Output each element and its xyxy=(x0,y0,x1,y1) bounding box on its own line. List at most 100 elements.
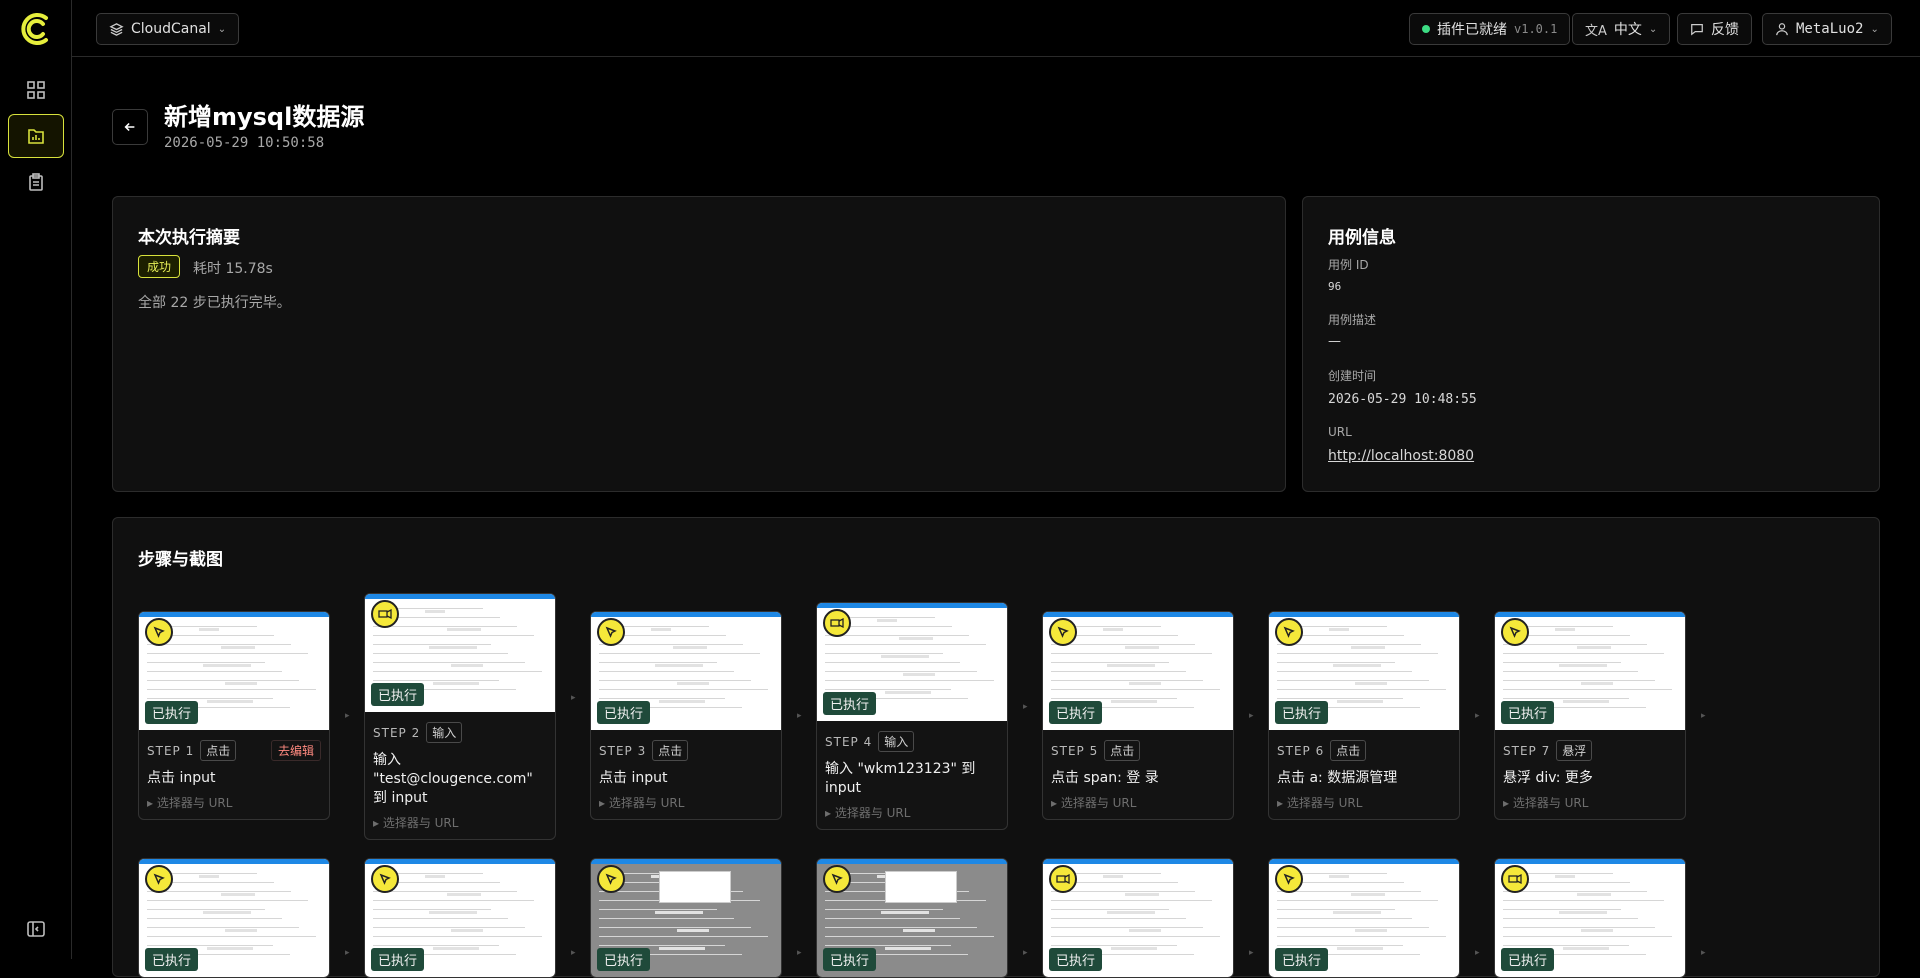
selector-url-toggle[interactable]: ▸ 选择器与 URL xyxy=(1051,794,1225,811)
step-arrow-icon: ▸ xyxy=(1475,711,1480,721)
step-arrow-icon: ▸ xyxy=(1023,702,1028,712)
step-card[interactable]: 已执行 xyxy=(590,858,782,978)
cursor-icon xyxy=(597,618,625,646)
step-action-tag: 点击 xyxy=(652,740,689,761)
step-card[interactable]: 已执行 STEP 1 点击 去编辑 点击 input ▸ 选择器与 URL xyxy=(138,611,330,820)
feedback-label: 反馈 xyxy=(1711,22,1739,38)
steps-title: 步骤与截图 xyxy=(138,550,223,570)
cursor-icon xyxy=(1275,865,1303,893)
step-screenshot[interactable]: 已执行 xyxy=(1495,859,1685,977)
step-title: 输入 "wkm123123" 到 input xyxy=(825,761,976,796)
step-card[interactable]: 已执行 STEP 4 输入 输入 "wkm123123" 到 input ▸ 选… xyxy=(816,602,1008,830)
step-action-tag: 输入 xyxy=(878,731,915,752)
step-screenshot[interactable]: 已执行 xyxy=(1043,612,1233,730)
step-card[interactable]: 已执行 STEP 3 点击 点击 input ▸ 选择器与 URL xyxy=(590,611,782,820)
chevron-down-icon: ⌄ xyxy=(1870,23,1879,35)
step-arrow-icon: ▸ xyxy=(1701,948,1706,958)
executed-badge: 已执行 xyxy=(1501,948,1555,971)
step-screenshot[interactable]: 已执行 xyxy=(139,612,329,730)
reports-folder-icon[interactable] xyxy=(8,114,64,158)
executed-badge: 已执行 xyxy=(597,948,651,971)
selector-url-toggle[interactable]: ▸ 选择器与 URL xyxy=(373,814,547,831)
step-card[interactable]: 已执行 xyxy=(138,858,330,978)
back-button[interactable] xyxy=(112,109,148,145)
step-screenshot[interactable]: 已执行 xyxy=(139,859,329,977)
step-arrow-icon: ▸ xyxy=(345,711,350,721)
step-screenshot[interactable]: 已执行 xyxy=(365,859,555,977)
step-card[interactable]: 已执行 STEP 2 输入 输入 "test@clougence.com" 到 … xyxy=(364,593,556,840)
step-title: 点击 input xyxy=(147,770,216,786)
edit-step-button[interactable]: 去编辑 xyxy=(270,740,321,761)
keyboard-icon xyxy=(371,600,399,628)
clipboard-icon[interactable] xyxy=(8,160,64,204)
cloudcanal-logo[interactable] xyxy=(16,12,54,46)
step-arrow-icon: ▸ xyxy=(1023,948,1028,958)
feedback-button[interactable]: 反馈 xyxy=(1677,13,1752,45)
keyboard-icon xyxy=(1501,865,1529,893)
step-card[interactable]: 已执行 STEP 5 点击 点击 span: 登 录 ▸ 选择器与 URL xyxy=(1042,611,1234,820)
step-arrow-icon: ▸ xyxy=(1475,948,1480,958)
executed-badge: 已执行 xyxy=(371,683,425,706)
executed-badge: 已执行 xyxy=(145,948,199,971)
step-screenshot[interactable]: 已执行 xyxy=(817,859,1007,977)
step-screenshot[interactable]: 已执行 xyxy=(1043,859,1233,977)
executed-badge: 已执行 xyxy=(823,692,877,715)
step-screenshot[interactable]: 已执行 xyxy=(1269,859,1459,977)
executed-badge: 已执行 xyxy=(1501,701,1555,724)
step-label: STEP 1 xyxy=(147,743,195,758)
step-action-tag: 悬浮 xyxy=(1556,740,1593,761)
step-arrow-icon: ▸ xyxy=(571,693,576,703)
created-time-value: 2026-05-29 10:48:55 xyxy=(1328,392,1477,407)
step-card[interactable]: 已执行 xyxy=(364,858,556,978)
selector-url-toggle[interactable]: ▸ 选择器与 URL xyxy=(1277,794,1451,811)
step-screenshot[interactable]: 已执行 xyxy=(817,603,1007,721)
case-desc-value: — xyxy=(1328,334,1341,349)
executed-badge: 已执行 xyxy=(145,701,199,724)
step-screenshot[interactable]: 已执行 xyxy=(591,859,781,977)
step-arrow-icon: ▸ xyxy=(1249,711,1254,721)
step-card[interactable]: 已执行 xyxy=(1268,858,1460,978)
collapse-sidebar-icon[interactable] xyxy=(22,915,50,943)
cursor-icon xyxy=(1049,618,1077,646)
step-screenshot[interactable]: 已执行 xyxy=(1495,612,1685,730)
step-title: 悬浮 div: 更多 xyxy=(1503,770,1593,786)
selector-url-toggle[interactable]: ▸ 选择器与 URL xyxy=(825,804,999,821)
user-menu[interactable]: MetaLuo2 ⌄ xyxy=(1762,13,1892,45)
step-card[interactable]: 已执行 xyxy=(1042,858,1234,978)
executed-badge: 已执行 xyxy=(1049,948,1103,971)
selector-url-toggle[interactable]: ▸ 选择器与 URL xyxy=(599,794,773,811)
step-label: STEP 7 xyxy=(1503,743,1551,758)
message-icon xyxy=(1691,24,1703,36)
step-title: 输入 "test@clougence.com" 到 input xyxy=(373,752,533,806)
step-title: 点击 span: 登 录 xyxy=(1051,770,1159,786)
url-link[interactable]: http://localhost:8080 xyxy=(1328,448,1474,464)
step-card[interactable]: 已执行 STEP 6 点击 点击 a: 数据源管理 ▸ 选择器与 URL xyxy=(1268,611,1460,820)
step-card[interactable]: 已执行 xyxy=(816,858,1008,978)
step-screenshot[interactable]: 已执行 xyxy=(591,612,781,730)
workspace-selector[interactable]: CloudCanal ⌄ xyxy=(96,13,240,45)
selector-url-toggle[interactable]: ▸ 选择器与 URL xyxy=(1503,794,1677,811)
cursor-icon xyxy=(145,865,173,893)
user-icon xyxy=(1776,23,1788,36)
executed-badge: 已执行 xyxy=(1275,948,1329,971)
status-badge: 成功 xyxy=(138,255,181,278)
dashboard-grid-icon[interactable] xyxy=(8,68,64,112)
step-card[interactable]: 已执行 STEP 7 悬浮 悬浮 div: 更多 ▸ 选择器与 URL xyxy=(1494,611,1686,820)
step-title: 点击 a: 数据源管理 xyxy=(1277,770,1398,786)
plugin-status[interactable]: 插件已就绪 v1.0.1 xyxy=(1409,13,1571,45)
case-id-label: 用例 ID xyxy=(1328,258,1369,272)
step-card[interactable]: 已执行 xyxy=(1494,858,1686,978)
page-title: 新增mysql数据源 xyxy=(164,103,365,131)
cursor-icon xyxy=(823,865,851,893)
step-label: STEP 6 xyxy=(1277,743,1325,758)
step-screenshot[interactable]: 已执行 xyxy=(1269,612,1459,730)
step-screenshot[interactable]: 已执行 xyxy=(365,594,555,712)
case-info-card: 用例信息 用例 ID 96 用例描述 — 创建时间 2026-05-29 10:… xyxy=(1302,196,1880,492)
sidebar xyxy=(0,0,72,959)
arrow-left-icon xyxy=(124,122,135,132)
cursor-icon xyxy=(1501,618,1529,646)
selector-url-toggle[interactable]: ▸ 选择器与 URL xyxy=(147,794,321,811)
language-selector[interactable]: 文A 中文 ⌄ xyxy=(1572,13,1671,45)
step-title: 点击 input xyxy=(599,770,668,786)
user-name: MetaLuo2 xyxy=(1796,21,1864,37)
